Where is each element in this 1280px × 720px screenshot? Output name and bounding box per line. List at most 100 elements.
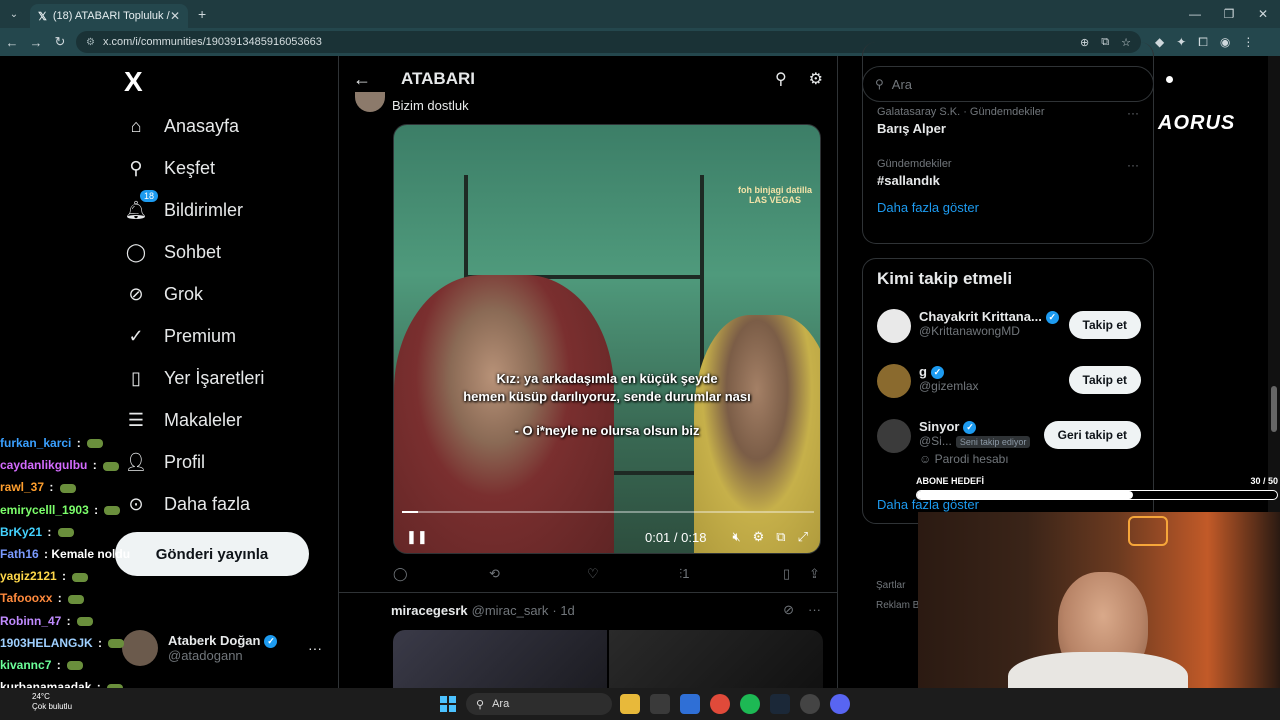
- pip-icon[interactable]: ⧉: [776, 529, 785, 545]
- chat-separator: :: [53, 658, 65, 673]
- taskbar-search[interactable]: ⚲ Ara: [466, 693, 612, 715]
- weather-temp: 24°C: [32, 692, 50, 701]
- video-settings-icon[interactable]: ⚙: [753, 529, 765, 545]
- file-explorer-icon[interactable]: [620, 694, 640, 714]
- close-window-button[interactable]: ✕: [1246, 0, 1280, 28]
- follow-button[interactable]: Takip et: [1068, 311, 1141, 339]
- more-dots-icon[interactable]: ···: [808, 602, 821, 618]
- pause-icon[interactable]: ❚❚: [406, 529, 428, 545]
- windows-taskbar: 24°C Çok bulutlu ⚲ Ara: [0, 688, 1280, 720]
- settings-icon[interactable]: ⚙: [809, 69, 823, 89]
- chat-username: Tafoooxx: [0, 591, 53, 606]
- tweet-author-handle[interactable]: @mirac_sark: [472, 603, 549, 618]
- menu-dots-icon[interactable]: ⋮: [1242, 35, 1254, 50]
- community-header: ← ATABARI ⚲ ⚙: [339, 56, 837, 102]
- grok-icon[interactable]: ⊘: [783, 602, 794, 618]
- show-more-link[interactable]: Daha fazla göster: [877, 200, 979, 215]
- x-logo[interactable]: X: [124, 66, 143, 98]
- video-player[interactable]: foh binjagi datilla LAS VEGAS Kız: ya ark…: [393, 124, 821, 554]
- like-icon[interactable]: ♡: [587, 566, 679, 582]
- media-thumb[interactable]: [609, 630, 823, 688]
- reload-button[interactable]: ↻: [48, 34, 72, 50]
- back-arrow-icon[interactable]: ←: [353, 69, 371, 90]
- parody-label: Parodi hesabı: [934, 452, 1009, 467]
- mail-icon[interactable]: [680, 694, 700, 714]
- nav-more[interactable]: ⊙ Daha fazla: [124, 492, 250, 516]
- share-icon[interactable]: ⇪: [809, 566, 820, 582]
- post-button[interactable]: Gönderi yayınla: [115, 532, 309, 576]
- store-icon[interactable]: [650, 694, 670, 714]
- more-dots-icon[interactable]: ···: [1127, 106, 1139, 120]
- search-icon: ⚲: [476, 698, 485, 711]
- extension-icon-2[interactable]: ✦: [1176, 35, 1186, 50]
- new-tab-button[interactable]: +: [198, 6, 206, 22]
- nav-premium[interactable]: ✓ Premium: [124, 324, 236, 348]
- mute-icon[interactable]: 🔇︎: [732, 529, 740, 545]
- steam-icon[interactable]: [770, 694, 790, 714]
- video-progress-bar[interactable]: [402, 511, 814, 513]
- maximize-button[interactable]: ❐: [1212, 0, 1246, 28]
- more-dots-icon[interactable]: ···: [308, 640, 322, 656]
- follow-suggestion[interactable]: g ✓ @gizemlax Takip et: [877, 364, 1141, 398]
- extension-icon[interactable]: ◆: [1155, 35, 1164, 50]
- tweet-media[interactable]: [393, 630, 823, 688]
- tweet-header: miracegesrk @mirac_sark · 1d ⊘ ···: [391, 602, 821, 618]
- footer-ads[interactable]: Reklam Bil: [876, 596, 924, 616]
- app-icon[interactable]: [800, 694, 820, 714]
- tweet-avatar[interactable]: [355, 92, 385, 112]
- nav-bookmarks[interactable]: ▯ Yer İşaretleri: [124, 366, 264, 390]
- follow-back-button[interactable]: Geri takip et: [1043, 421, 1141, 449]
- tweet-time: · 1d: [552, 602, 575, 618]
- spotify-icon[interactable]: [740, 694, 760, 714]
- forward-button[interactable]: →: [24, 35, 48, 50]
- tweet-author-name[interactable]: miracegesrk: [391, 603, 468, 618]
- follow-suggestion[interactable]: Sinyor ✓ @Si... Seni takip ediyor ☺ Parodi…: [877, 419, 1141, 466]
- account-switcher[interactable]: Ataberk Doğan ✓ @atadogann ···: [122, 630, 322, 666]
- chat-username: rawl_37: [0, 480, 45, 495]
- weather-widget[interactable]: 24°C Çok bulutlu: [32, 692, 72, 712]
- trend-item[interactable]: Gündemdekiler #sallandık ···: [877, 158, 1139, 188]
- nav-grok[interactable]: ⊘ Grok: [124, 282, 203, 306]
- more-dots-icon[interactable]: ···: [1127, 158, 1139, 172]
- follow-handle: @Si...: [919, 434, 952, 449]
- chat-separator: :: [54, 591, 66, 606]
- tweet-actions: ◯ ⟲ ♡ ⫶ 1 ▯ ⇪: [393, 566, 823, 582]
- profile-avatar-icon[interactable]: ◉: [1220, 35, 1230, 50]
- minimize-button[interactable]: —: [1178, 0, 1212, 28]
- windows-start-icon[interactable]: [440, 696, 456, 712]
- trend-item[interactable]: Galatasaray S.K. · Gündemdekiler Barış A…: [877, 106, 1139, 136]
- tab-search-button[interactable]: ⌄: [4, 4, 24, 24]
- tab-close-icon[interactable]: ✕: [170, 9, 180, 23]
- chat-separator: :: [44, 524, 55, 539]
- nav-explore[interactable]: ⚲ Keşfet: [124, 156, 215, 180]
- discord-icon[interactable]: [830, 694, 850, 714]
- follow-button[interactable]: Takip et: [1068, 366, 1141, 394]
- chat-message: furkan_karci :: [0, 432, 140, 454]
- scrollbar-thumb[interactable]: [1271, 386, 1277, 432]
- chat-message: 1903HELANGJK :: [0, 632, 140, 654]
- bookmark-icon[interactable]: ▯: [783, 566, 809, 582]
- nav-articles[interactable]: ☰ Makaleler: [124, 408, 242, 432]
- reply-icon[interactable]: ◯: [393, 566, 489, 582]
- nav-notifications[interactable]: 🔔︎ 18 Bildirimler: [124, 190, 243, 222]
- puzzle-icon[interactable]: ⧠: [1198, 35, 1208, 50]
- chat-emote-icon: [87, 439, 104, 449]
- footer-terms[interactable]: Şartlar: [876, 576, 924, 596]
- nav-chat[interactable]: ◯ Sohbet: [124, 240, 221, 264]
- follow-suggestion[interactable]: Chayakrit Krittana... ✓ @KrittanawongMD T…: [877, 309, 1141, 343]
- site-info-icon[interactable]: ⚙: [86, 37, 95, 48]
- chat-separator: :: [89, 458, 101, 473]
- fullscreen-icon[interactable]: ⤢: [798, 529, 808, 545]
- views-stat[interactable]: ⫶ 1: [679, 566, 783, 582]
- chrome-icon[interactable]: [710, 694, 730, 714]
- search-icon[interactable]: ⚲: [775, 69, 787, 89]
- repost-icon[interactable]: ⟲: [489, 566, 587, 582]
- chat-message: Robinn_47 :: [0, 610, 140, 632]
- browser-tab[interactable]: 𝕏 (18) ATABARI Topluluk / X ✕: [30, 4, 188, 28]
- nav-home[interactable]: ⌂ Anasayfa: [124, 114, 240, 138]
- media-thumb[interactable]: [393, 630, 607, 688]
- chat-username: yagiz2121: [0, 569, 57, 584]
- back-button[interactable]: ←: [0, 35, 24, 50]
- chat-message: emirycelll_1903 :: [0, 499, 140, 521]
- search-input[interactable]: ⚲ Ara: [862, 66, 1154, 102]
